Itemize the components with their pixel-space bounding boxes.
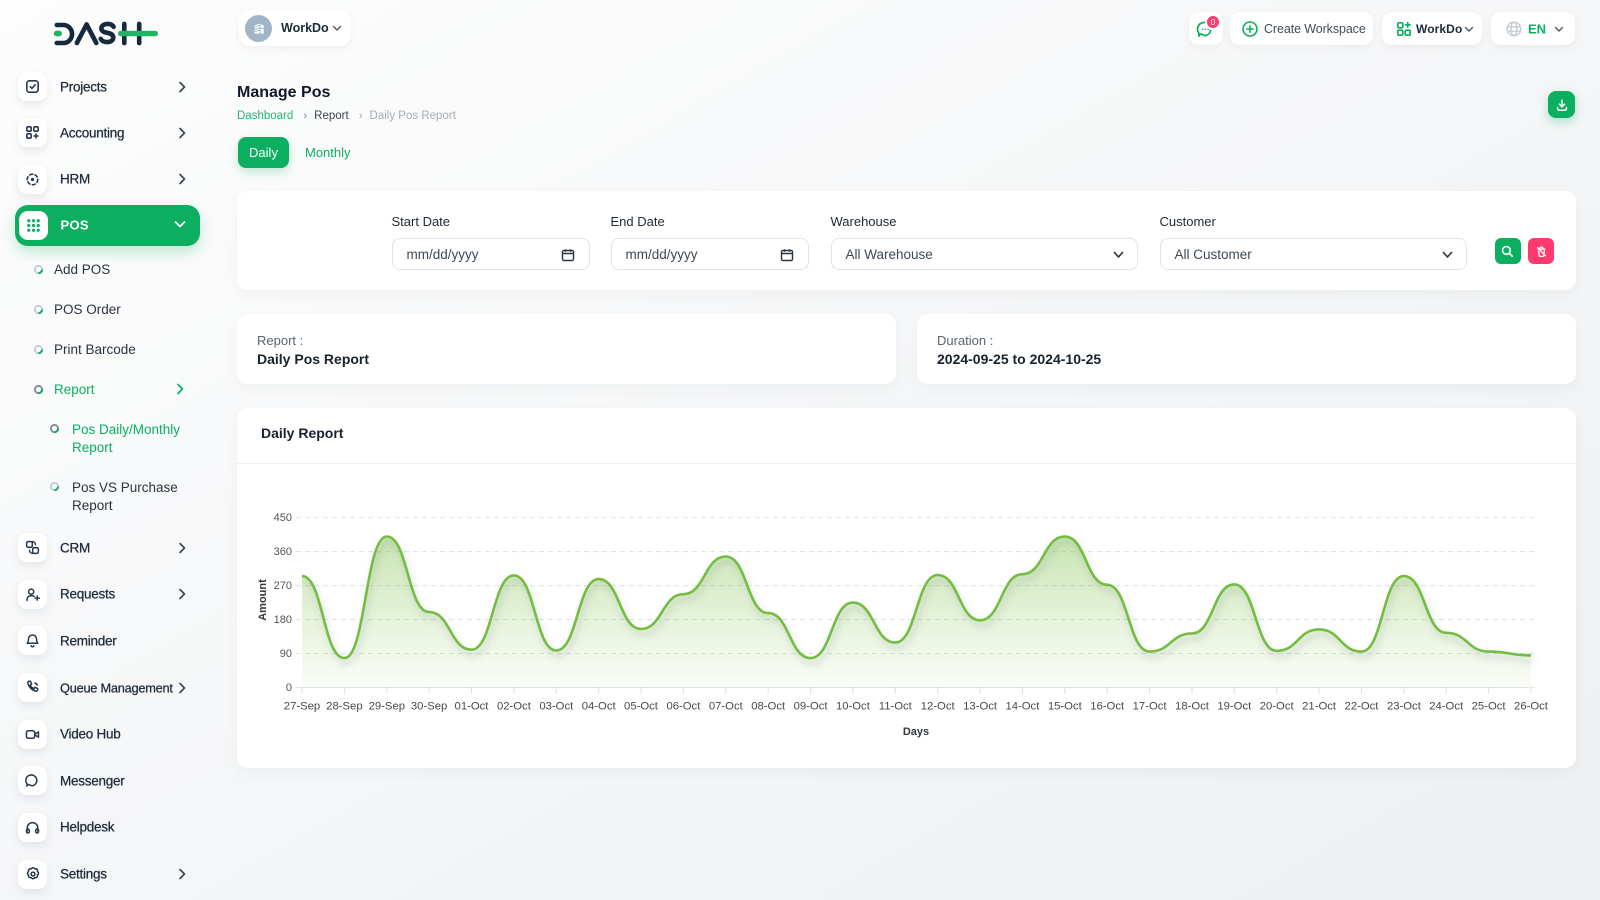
svg-text:12-Oct: 12-Oct <box>921 701 956 713</box>
svg-text:22-Oct: 22-Oct <box>1345 701 1380 713</box>
svg-text:26-Oct: 26-Oct <box>1514 701 1549 713</box>
svg-text:18-Oct: 18-Oct <box>1175 701 1210 713</box>
svg-text:28-Sep: 28-Sep <box>326 701 362 713</box>
svg-text:450: 450 <box>274 512 292 524</box>
svg-text:20-Oct: 20-Oct <box>1260 701 1295 713</box>
svg-text:03-Oct: 03-Oct <box>539 701 574 713</box>
svg-text:07-Oct: 07-Oct <box>709 701 744 713</box>
svg-text:25-Oct: 25-Oct <box>1472 701 1507 713</box>
svg-text:02-Oct: 02-Oct <box>497 701 532 713</box>
svg-text:Days: Days <box>903 726 929 738</box>
svg-text:16-Oct: 16-Oct <box>1090 701 1125 713</box>
svg-text:360: 360 <box>274 546 292 558</box>
svg-text:30-Sep: 30-Sep <box>411 701 447 713</box>
svg-text:09-Oct: 09-Oct <box>794 701 829 713</box>
svg-text:23-Oct: 23-Oct <box>1387 701 1422 713</box>
svg-text:21-Oct: 21-Oct <box>1302 701 1337 713</box>
svg-text:17-Oct: 17-Oct <box>1133 701 1168 713</box>
svg-text:11-Oct: 11-Oct <box>879 701 913 713</box>
svg-text:05-Oct: 05-Oct <box>624 701 659 713</box>
svg-text:04-Oct: 04-Oct <box>582 701 617 713</box>
svg-text:Amount: Amount <box>257 579 269 621</box>
svg-text:15-Oct: 15-Oct <box>1048 701 1083 713</box>
svg-text:270: 270 <box>274 580 292 592</box>
svg-text:90: 90 <box>280 648 292 660</box>
svg-text:14-Oct: 14-Oct <box>1005 701 1040 713</box>
svg-text:0: 0 <box>286 682 292 694</box>
svg-text:180: 180 <box>274 614 292 626</box>
svg-text:13-Oct: 13-Oct <box>963 701 998 713</box>
svg-text:19-Oct: 19-Oct <box>1217 701 1252 713</box>
svg-text:01-Oct: 01-Oct <box>455 701 490 713</box>
svg-text:27-Sep: 27-Sep <box>284 701 320 713</box>
svg-text:08-Oct: 08-Oct <box>751 701 786 713</box>
svg-text:10-Oct: 10-Oct <box>836 701 871 713</box>
svg-text:24-Oct: 24-Oct <box>1429 701 1464 713</box>
svg-text:06-Oct: 06-Oct <box>666 701 701 713</box>
svg-text:29-Sep: 29-Sep <box>369 701 405 713</box>
